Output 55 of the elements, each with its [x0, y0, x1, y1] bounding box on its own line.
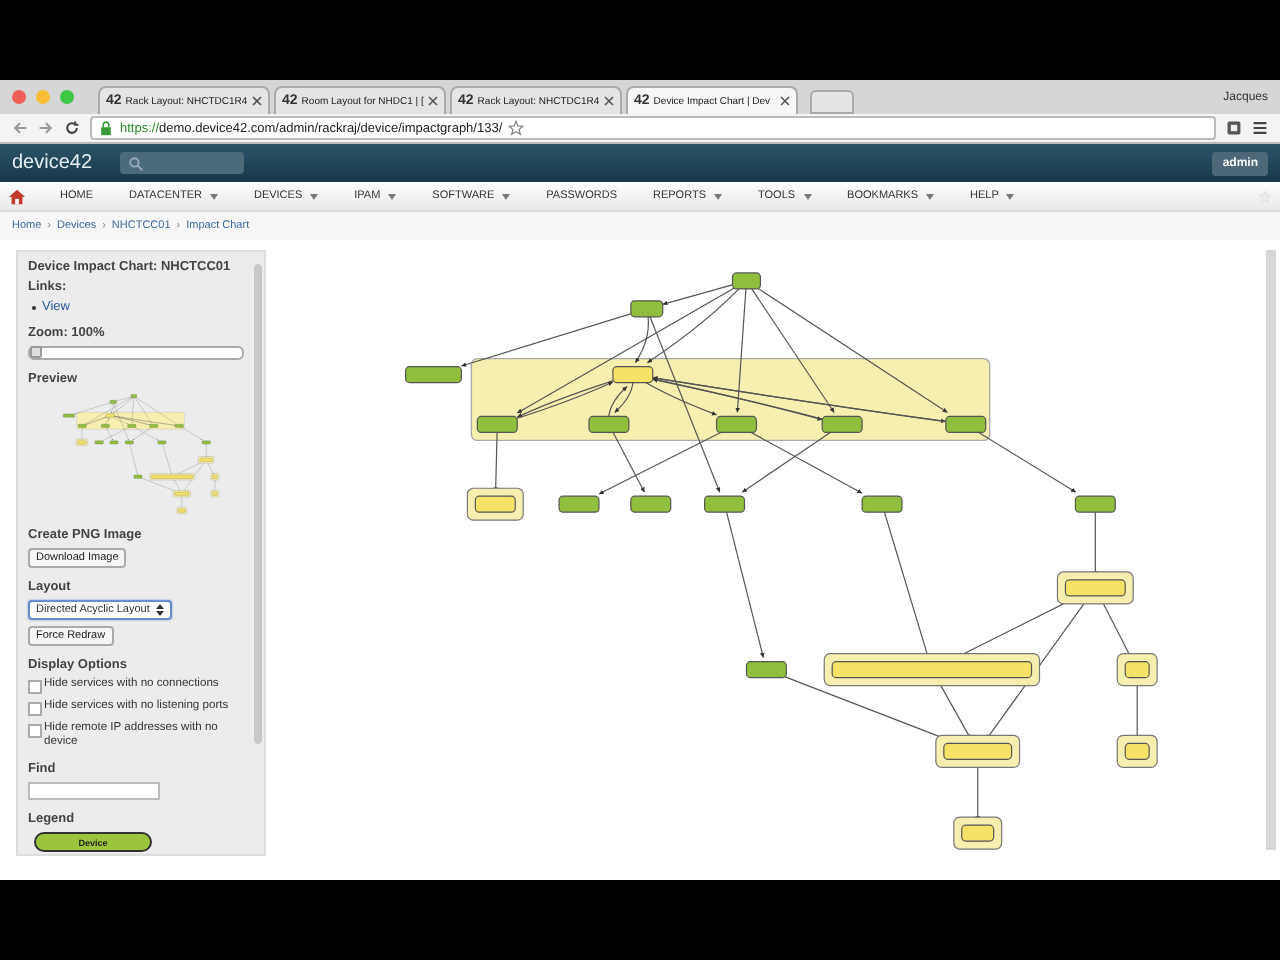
select-arrows-icon — [155, 604, 164, 616]
device-node — [860, 495, 902, 513]
caret-icon — [1006, 193, 1015, 199]
find-field[interactable] — [28, 782, 160, 800]
star-icon[interactable] — [1258, 189, 1272, 203]
search-icon — [128, 155, 145, 171]
service-node — [1064, 579, 1126, 597]
caret-icon — [926, 193, 934, 199]
search-field[interactable] — [120, 152, 245, 174]
device-node — [731, 272, 761, 290]
caret-icon — [209, 193, 218, 199]
service-node — [611, 366, 653, 384]
device-node — [745, 661, 787, 679]
device-node — [820, 415, 862, 434]
checkbox[interactable] — [28, 724, 42, 738]
device-node — [703, 495, 745, 513]
device-node — [475, 415, 518, 434]
caret-icon — [714, 193, 722, 199]
device-node — [587, 415, 629, 434]
device-node — [1074, 495, 1116, 513]
caret-icon — [803, 193, 812, 199]
service-node — [960, 824, 994, 842]
reload-icon[interactable] — [64, 120, 80, 136]
close-icon[interactable] — [780, 96, 790, 106]
slider-thumb[interactable] — [30, 346, 42, 358]
bookmark-star-icon[interactable] — [508, 120, 525, 136]
service-node — [1123, 661, 1149, 679]
checkbox[interactable] — [28, 702, 42, 716]
new-tab-button[interactable] — [810, 90, 854, 114]
close-icon[interactable] — [252, 96, 262, 106]
close-icon[interactable] — [428, 96, 438, 106]
device-node — [944, 415, 986, 434]
device-node — [715, 415, 757, 434]
lock-icon — [98, 120, 114, 136]
service-node — [473, 495, 516, 513]
checkbox[interactable] — [28, 680, 42, 694]
service-node — [942, 742, 1012, 760]
scrollbar-track[interactable] — [1266, 250, 1276, 850]
caret-icon — [310, 193, 319, 199]
service-node — [1123, 742, 1149, 760]
back-arrow-icon[interactable] — [12, 120, 28, 136]
home-icon[interactable] — [8, 187, 26, 205]
device-node — [629, 495, 671, 513]
scrollbar-thumb[interactable] — [253, 264, 262, 744]
device-node — [557, 495, 599, 513]
caret-icon — [502, 193, 511, 199]
caret-icon — [388, 193, 397, 199]
forward-arrow-icon[interactable] — [38, 120, 54, 136]
close-icon[interactable] — [604, 96, 614, 106]
zoom-slider[interactable] — [28, 346, 244, 360]
extension-icon[interactable] — [1226, 120, 1242, 136]
device-node — [629, 300, 663, 318]
app-logo[interactable]: device42 — [12, 152, 93, 174]
menu-icon[interactable] — [1252, 120, 1268, 136]
device-node — [404, 366, 462, 384]
